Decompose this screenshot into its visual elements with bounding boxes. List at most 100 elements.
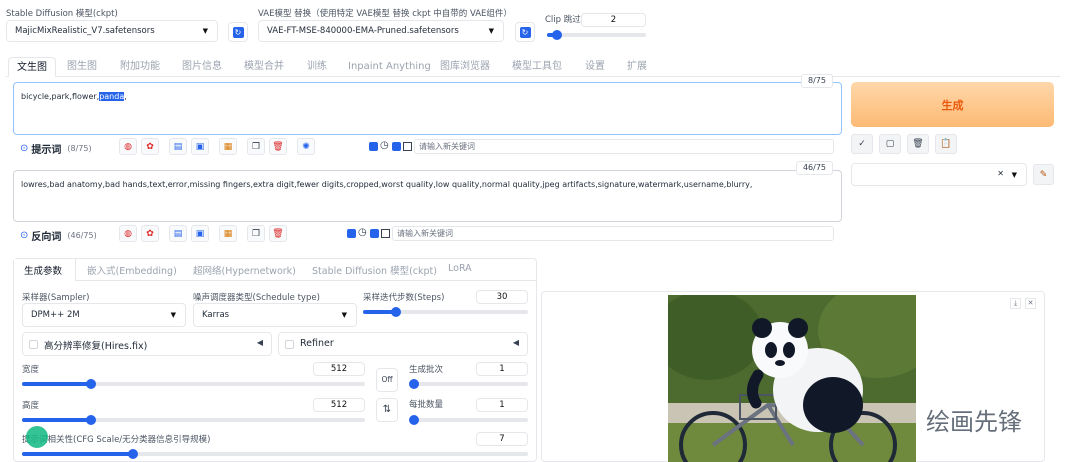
negative-prompt-input[interactable]: lowres,bad anatomy,bad hands,text,error,… (13, 170, 842, 222)
model-label: Stable Diffusion 模型(ckpt) (6, 9, 118, 19)
height-slider-thumb[interactable] (85, 415, 96, 425)
cfg-label: 提示词相关性(CFG Scale/无分类器信息引导规模) (22, 435, 211, 445)
panel-icon[interactable] (403, 142, 412, 151)
trash-button[interactable]: 🗑 (907, 134, 929, 154)
bookmark-icon: ▣ (195, 228, 205, 239)
swap-dimensions-button[interactable]: ⇅ (376, 398, 398, 422)
steps-slider-thumb[interactable] (391, 307, 401, 317)
tab-merge[interactable]: 模型合并 (244, 57, 284, 77)
copy-button[interactable]: ❐ (247, 225, 265, 242)
delete-button[interactable]: 🗑 (269, 138, 287, 155)
edit-styles-button[interactable]: ✎ (1033, 164, 1054, 185)
history-icon[interactable]: ◷ (380, 140, 389, 151)
document-edit-icon: ▤ (173, 228, 183, 239)
globe-icon: ◍ (124, 141, 132, 152)
sampler-select[interactable]: DPM++ 2M ▼ (22, 303, 186, 327)
off-toggle-button[interactable]: Off (376, 368, 398, 392)
subtab-generation[interactable]: 生成参数 (24, 263, 62, 277)
translate-button[interactable]: ◍ (119, 225, 137, 242)
width-input[interactable]: 512 (313, 362, 365, 376)
image-icon: ▦ (223, 141, 233, 152)
prompt-keyword-input[interactable]: 请输入新关键词 (414, 139, 834, 154)
panel-icon[interactable] (381, 229, 390, 238)
tab-extensions[interactable]: 扩展 (627, 57, 647, 77)
batch-count-label: 生成批次 (409, 365, 444, 375)
tab-extras[interactable]: 附加功能 (120, 57, 160, 77)
tab-train[interactable]: 训练 (307, 57, 327, 77)
tab-txt2img[interactable]: 文生图 (8, 57, 56, 77)
tab-settings[interactable]: 设置 (585, 57, 605, 77)
negative-section-header[interactable]: ⊙ 反向词 (46/75) (20, 228, 97, 243)
refiner-accordion[interactable]: Refiner ◀ (278, 332, 528, 356)
model-select[interactable]: MajicMixRealistic_V7.safetensors ▼ (6, 20, 218, 42)
download-icon[interactable]: ⤓ (1010, 298, 1021, 309)
refiner-checkbox[interactable] (285, 340, 294, 349)
generated-panda-image[interactable] (668, 295, 916, 462)
checkbox-icon[interactable] (392, 142, 401, 151)
gear-icon: ✿ (146, 141, 154, 152)
settings-button[interactable]: ✿ (141, 225, 159, 242)
tab-png-info[interactable]: 图片信息 (182, 57, 222, 77)
delete-button[interactable]: 🗑 (269, 225, 287, 242)
trash-icon: 🗑 (272, 228, 284, 239)
batch-size-slider-thumb[interactable] (409, 415, 419, 425)
width-slider-thumb[interactable] (85, 379, 96, 389)
batch-count-slider[interactable] (409, 379, 528, 389)
clear-icon[interactable]: ✕ (997, 169, 1004, 178)
globe-icon: ◍ (124, 228, 132, 239)
hires-checkbox[interactable] (29, 340, 38, 349)
load-button[interactable]: ▦ (219, 138, 237, 155)
width-slider[interactable] (22, 379, 365, 389)
prompt-input[interactable]: bicycle,park,flower,panda, (13, 82, 842, 135)
checkbox-icon[interactable] (347, 229, 356, 238)
clear-button[interactable]: ▢ (879, 134, 901, 154)
history-icon[interactable]: ◷ (358, 227, 367, 238)
apply-button[interactable]: ✓ (851, 134, 873, 154)
batch-size-slider[interactable] (409, 415, 528, 425)
batch-count-slider-thumb[interactable] (409, 379, 419, 389)
prompt-section-header[interactable]: ⊙ 提示词 (8/75) (20, 141, 92, 156)
translate-button[interactable]: ◍ (119, 138, 137, 155)
vae-select[interactable]: VAE-FT-MSE-840000-EMA-Pruned.safetensors… (258, 20, 504, 42)
clip-slider-thumb[interactable] (551, 30, 562, 40)
subtab-embedding[interactable]: 嵌入式(Embedding) (87, 263, 177, 277)
refresh-model-button[interactable]: ↻ (228, 22, 248, 42)
clip-input[interactable]: 2 (581, 13, 646, 27)
height-input[interactable]: 512 (313, 398, 365, 412)
load-button[interactable]: ▦ (219, 225, 237, 242)
checkbox-icon[interactable] (370, 229, 379, 238)
tab-img2img[interactable]: 图生图 (67, 57, 97, 77)
tab-gallery[interactable]: 图库浏览器 (440, 57, 490, 77)
batch-count-input[interactable]: 1 (476, 362, 528, 376)
steps-slider[interactable] (363, 307, 528, 317)
subtab-checkpoint[interactable]: Stable Diffusion 模型(ckpt) (312, 263, 437, 277)
subtab-hypernetwork[interactable]: 超网络(Hypernetwork) (193, 263, 296, 277)
checkbox-icon[interactable] (369, 142, 378, 151)
edit-button[interactable]: ▤ (169, 138, 187, 155)
refresh-vae-button[interactable]: ↻ (515, 22, 535, 42)
subtab-lora[interactable]: LoRA (448, 263, 472, 274)
prompt-text-tail: , (124, 92, 127, 101)
schedule-select[interactable]: Karras ▼ (193, 303, 357, 327)
cfg-slider[interactable] (22, 449, 528, 459)
bookmark-button[interactable]: ▣ (191, 225, 209, 242)
hires-accordion[interactable]: 高分辨率修复(Hires.fix) ◀ (22, 332, 272, 356)
tab-model-toolkit[interactable]: 模型工具包 (512, 57, 562, 77)
generate-button[interactable]: 生成 (851, 82, 1054, 127)
clipboard-button[interactable]: 📋 (935, 134, 957, 154)
close-icon[interactable]: ✕ (1025, 298, 1036, 309)
cfg-input[interactable]: 7 (476, 432, 528, 446)
bookmark-button[interactable]: ▣ (191, 138, 209, 155)
width-label: 宽度 (22, 365, 40, 375)
batch-size-input[interactable]: 1 (476, 398, 528, 412)
edit-button[interactable]: ▤ (169, 225, 187, 242)
extra-button[interactable]: ✺ (297, 138, 315, 155)
tab-inpaint-anything[interactable]: Inpaint Anything (348, 57, 431, 77)
clip-slider[interactable] (547, 30, 646, 40)
settings-button[interactable]: ✿ (141, 138, 159, 155)
negative-keyword-input[interactable]: 请输入新关键词 (392, 226, 834, 241)
steps-input[interactable]: 30 (476, 290, 528, 304)
height-slider[interactable] (22, 415, 365, 425)
copy-button[interactable]: ❐ (247, 138, 265, 155)
styles-select[interactable]: ✕ ▼ (851, 163, 1027, 186)
